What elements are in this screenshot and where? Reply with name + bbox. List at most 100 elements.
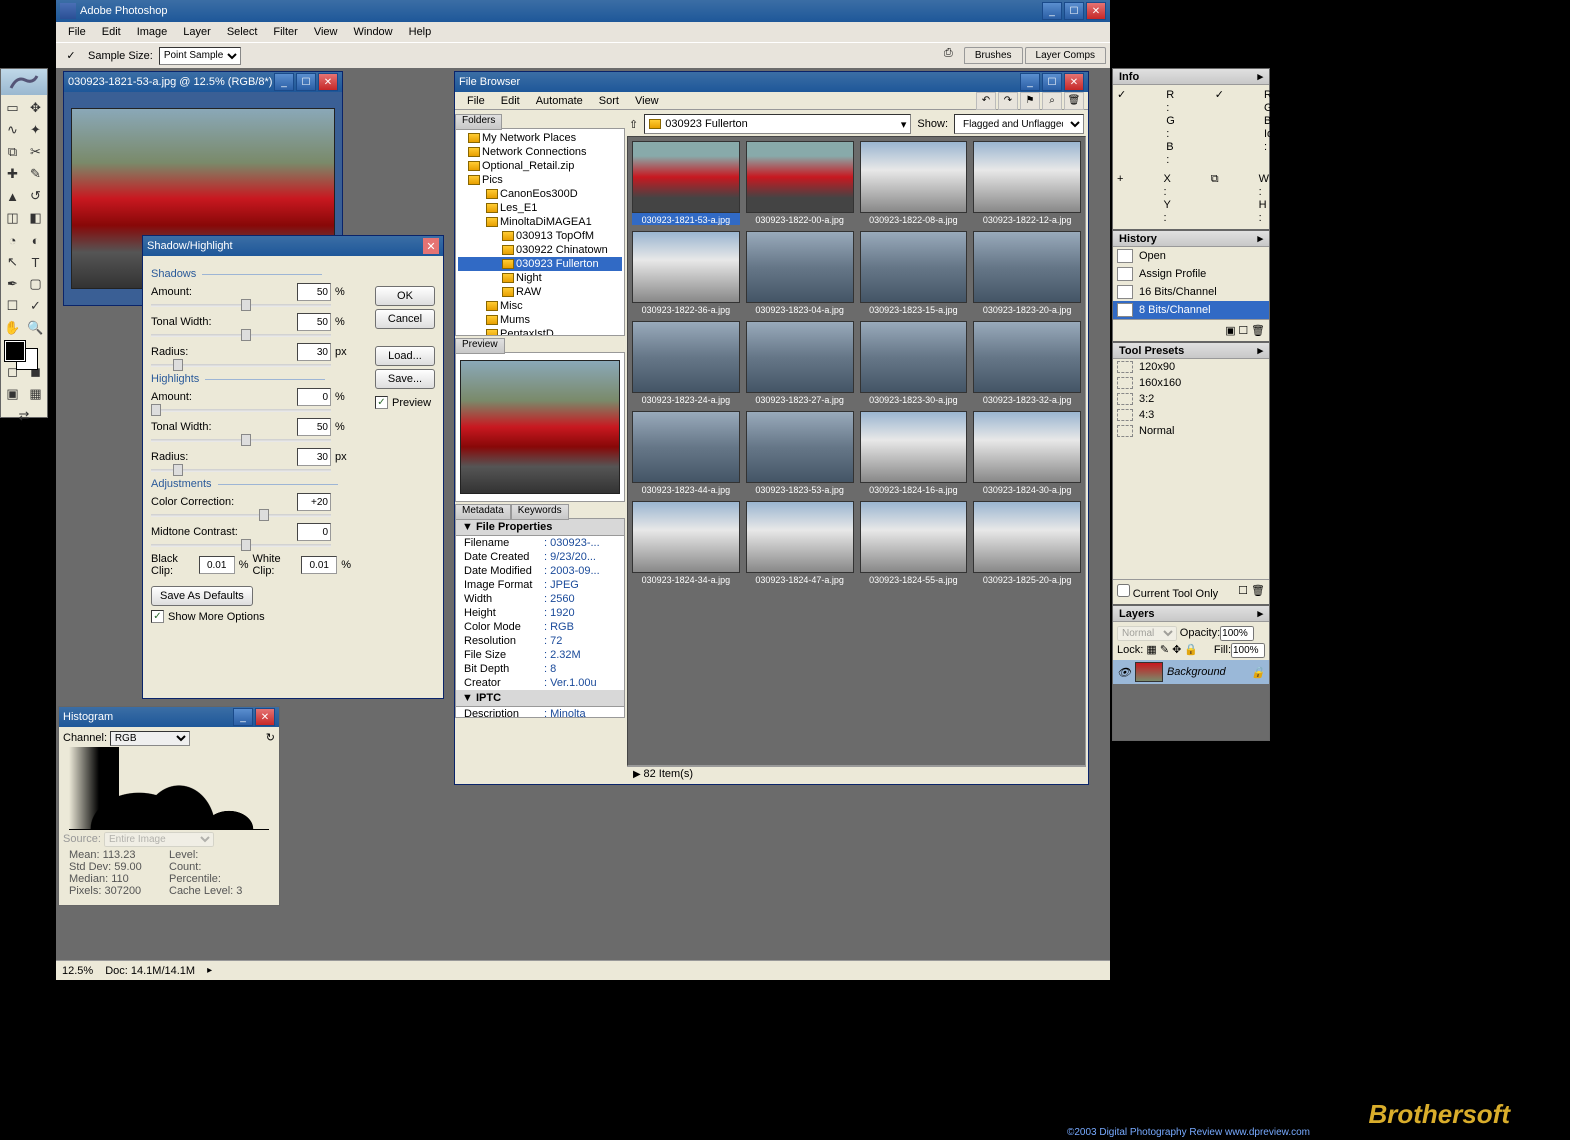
- opacity-input[interactable]: [1220, 626, 1254, 641]
- s-tonal-input[interactable]: [297, 313, 331, 331]
- refresh-icon[interactable]: ↻: [266, 731, 275, 744]
- tree-item[interactable]: PentaxIstD: [458, 327, 622, 336]
- tree-item[interactable]: Les_E1: [458, 201, 622, 215]
- h-tonal-input[interactable]: [297, 418, 331, 436]
- tree-item[interactable]: 030923 Fullerton: [458, 257, 622, 271]
- thumbnail[interactable]: 030923-1823-20-a.jpg: [973, 231, 1081, 315]
- fb-minimize[interactable]: _: [1020, 73, 1040, 91]
- close-button[interactable]: ✕: [1086, 2, 1106, 20]
- tree-item[interactable]: 030922 Chinatown: [458, 243, 622, 257]
- pen-tool[interactable]: ✒: [1, 273, 24, 295]
- notes-tool[interactable]: ☐: [1, 295, 24, 317]
- info-title[interactable]: Info▸: [1113, 69, 1269, 85]
- minimize-button[interactable]: _: [1042, 2, 1062, 20]
- tool-preset[interactable]: 120x90: [1113, 359, 1269, 375]
- black-clip-input[interactable]: [199, 556, 235, 574]
- show-select[interactable]: Flagged and Unflagged: [954, 114, 1084, 134]
- tree-item[interactable]: CanonEos300D: [458, 187, 622, 201]
- white-clip-input[interactable]: [301, 556, 337, 574]
- new-state-icon[interactable]: ☐: [1238, 325, 1248, 337]
- tree-item[interactable]: 030913 TopOfM: [458, 229, 622, 243]
- gradient-tool[interactable]: ◧: [24, 207, 47, 229]
- layers-list[interactable]: 👁 Background 🔒: [1113, 660, 1269, 740]
- fb-titlebar[interactable]: File Browser _☐✕: [455, 72, 1088, 92]
- zoom-tool[interactable]: 🔍: [24, 317, 47, 339]
- midtone-slider[interactable]: [151, 544, 331, 547]
- brush-tool[interactable]: ✎: [24, 163, 47, 185]
- histo-minimize[interactable]: _: [233, 708, 253, 726]
- doc-minimize[interactable]: _: [274, 73, 294, 91]
- move-tool[interactable]: ✥: [24, 97, 47, 119]
- menu-window[interactable]: Window: [346, 24, 401, 40]
- fb-delete-icon[interactable]: 🗑: [1064, 92, 1084, 110]
- brushes-tab[interactable]: Brushes: [964, 47, 1023, 64]
- new-snapshot-icon[interactable]: ▣: [1225, 325, 1235, 337]
- tree-item[interactable]: Network Connections: [458, 145, 622, 159]
- thumbnail[interactable]: 030923-1824-55-a.jpg: [860, 501, 968, 585]
- fb-rotate-cw-icon[interactable]: ↷: [998, 92, 1018, 110]
- doc-maximize[interactable]: ☐: [296, 73, 316, 91]
- fill-input[interactable]: [1231, 643, 1265, 658]
- menu-view[interactable]: View: [306, 24, 346, 40]
- shape-tool[interactable]: ▢: [24, 273, 47, 295]
- path-tool[interactable]: ↖: [1, 251, 24, 273]
- lock-all-icon[interactable]: 🔒: [1184, 644, 1198, 656]
- h-amount-slider[interactable]: [151, 409, 331, 412]
- file-props-header[interactable]: ▼ File Properties: [456, 519, 624, 536]
- sample-size-select[interactable]: Point Sample: [159, 47, 241, 65]
- menu-filter[interactable]: Filter: [265, 24, 305, 40]
- save-button[interactable]: Save...: [375, 369, 435, 389]
- load-button[interactable]: Load...: [375, 346, 435, 366]
- type-tool[interactable]: T: [24, 251, 47, 273]
- screen-full-menu[interactable]: ▦: [24, 383, 47, 405]
- s-amount-slider[interactable]: [151, 304, 331, 307]
- tree-item[interactable]: MinoltaDiMAGEA1: [458, 215, 622, 229]
- up-folder-icon[interactable]: ⇧: [629, 118, 638, 131]
- hand-tool[interactable]: ✋: [1, 317, 24, 339]
- metadata-panel[interactable]: ▼ File Properties Filename: 030923-...Da…: [455, 518, 625, 718]
- dialog-titlebar[interactable]: Shadow/Highlight ✕: [143, 236, 443, 256]
- layer-thumbnail[interactable]: [1135, 662, 1163, 682]
- palette-well-icon[interactable]: ⎙: [944, 47, 962, 64]
- current-tool-only-checkbox[interactable]: [1117, 584, 1130, 597]
- fb-flag-icon[interactable]: ⚑: [1020, 92, 1040, 110]
- tool-preset[interactable]: Normal: [1113, 423, 1269, 439]
- layer-comps-tab[interactable]: Layer Comps: [1025, 47, 1106, 64]
- color-swatches[interactable]: [1, 339, 47, 373]
- histo-close[interactable]: ✕: [255, 708, 275, 726]
- doc-close[interactable]: ✕: [318, 73, 338, 91]
- h-radius-slider[interactable]: [151, 469, 331, 472]
- thumbnail[interactable]: 030923-1823-53-a.jpg: [746, 411, 854, 495]
- layer-row[interactable]: 👁 Background 🔒: [1113, 660, 1269, 684]
- layers-title[interactable]: Layers▸: [1113, 606, 1269, 622]
- tool-preset[interactable]: 3:2: [1113, 391, 1269, 407]
- thumbnail[interactable]: 030923-1821-53-a.jpg: [632, 141, 740, 225]
- thumbnail[interactable]: 030923-1825-20-a.jpg: [973, 501, 1081, 585]
- app-titlebar[interactable]: Adobe Photoshop _ ☐ ✕: [56, 0, 1110, 22]
- blend-mode-select[interactable]: Normal: [1117, 626, 1177, 641]
- maximize-button[interactable]: ☐: [1064, 2, 1084, 20]
- thumbnail[interactable]: 030923-1823-32-a.jpg: [973, 321, 1081, 405]
- thumbnail[interactable]: 030923-1824-30-a.jpg: [973, 411, 1081, 495]
- tree-item[interactable]: Pics: [458, 173, 622, 187]
- wand-tool[interactable]: ✦: [24, 119, 47, 141]
- tool-preset[interactable]: 4:3: [1113, 407, 1269, 423]
- folder-tree[interactable]: My Network Places Network Connections Op…: [455, 128, 625, 336]
- keywords-tab[interactable]: Keywords: [511, 504, 569, 520]
- s-tonal-slider[interactable]: [151, 334, 331, 337]
- tool-preset[interactable]: 160x160: [1113, 375, 1269, 391]
- thumbnail[interactable]: 030923-1822-08-a.jpg: [860, 141, 968, 225]
- visibility-icon[interactable]: 👁: [1117, 666, 1131, 679]
- tree-item[interactable]: Misc: [458, 299, 622, 313]
- presets-title[interactable]: Tool Presets▸: [1113, 343, 1269, 359]
- fb-menu-automate[interactable]: Automate: [528, 93, 591, 109]
- eyedropper-tool-icon[interactable]: ✓: [60, 49, 82, 62]
- history-title[interactable]: History▸: [1113, 231, 1269, 247]
- tree-item[interactable]: RAW: [458, 285, 622, 299]
- dodge-tool[interactable]: ◐: [24, 229, 47, 251]
- history-state[interactable]: 16 Bits/Channel: [1113, 283, 1269, 301]
- eyedropper-tool[interactable]: ✓: [24, 295, 47, 317]
- h-tonal-slider[interactable]: [151, 439, 331, 442]
- preview-checkbox[interactable]: ✓: [375, 396, 388, 409]
- crop-tool[interactable]: ⧉: [1, 141, 24, 163]
